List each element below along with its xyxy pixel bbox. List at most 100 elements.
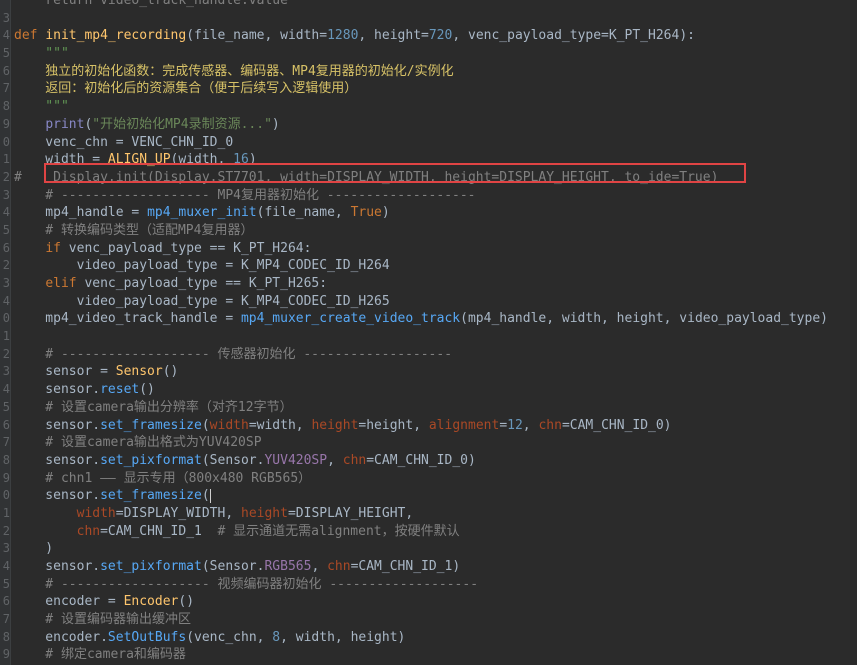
code-line[interactable]: 7 # 设置编码器输出缓冲区 (0, 611, 857, 629)
line-number: 5 (2, 222, 10, 237)
line-number: 6 (2, 594, 10, 609)
code-line[interactable]: 0 venc_chn = VENC_CHN_ID_0 (0, 134, 857, 152)
code-token: return video_track_handle.value (14, 0, 288, 8)
code-line[interactable]: 8 """ (0, 98, 857, 116)
code-token: =width, (248, 417, 312, 433)
code-token: sensor. (14, 559, 101, 574)
code-token: # ------------------- 视频编码器初始化 ---------… (14, 576, 479, 592)
code-line[interactable]: 1 (0, 328, 857, 346)
code-token: , venc_payload_type=K_PT_H264): (452, 28, 695, 44)
code-token: 720 (428, 28, 453, 44)
code-line[interactable]: 5 # 设置camera输出分辨率（对齐12字节） (0, 399, 857, 417)
code-line[interactable]: 3 # ------------------- MP4复用器初始化 ------… (0, 187, 857, 205)
code-line[interactable]: return video_track_handle.value (0, 0, 857, 10)
code-text: # chn1 —— 显示专用（800x480 RGB565） (14, 470, 311, 488)
line-number: 3 (2, 187, 10, 202)
code-text: chn=CAM_CHN_ID_1 # 显示通道无需alignment，按硬件默认 (14, 523, 460, 541)
code-line[interactable]: 4 sensor.set_pixformat(Sensor.RGB565, ch… (0, 558, 857, 576)
line-number: 6 (2, 63, 10, 78)
line-number: 2 (2, 346, 10, 361)
code-token: # chn1 —— 显示专用（800x480 RGB565） (14, 470, 312, 486)
line-number: 8 (2, 629, 10, 644)
code-token: venc_payload_type == K_PT_H264: (68, 240, 312, 256)
code-token: mp4_video_track_handle = (14, 311, 241, 327)
code-token: # ------------------- 传感器初始化 -----------… (14, 346, 453, 362)
code-line[interactable]: 4 mp4_handle = mp4_muxer_init(file_name,… (0, 204, 857, 222)
code-line[interactable]: 2 chn=CAM_CHN_ID_1 # 显示通道无需alignment，按硬件… (0, 523, 857, 541)
code-line[interactable]: 4 sensor.reset() (0, 381, 857, 399)
code-token: def (14, 28, 46, 44)
code-token: Sensor (115, 364, 163, 380)
line-number: 5 (2, 46, 10, 61)
code-text: encoder = Encoder() (14, 593, 194, 611)
code-line[interactable]: 4 def init_mp4_recording(file_name, width… (0, 27, 857, 45)
code-token: if (45, 240, 69, 256)
code-token: YUV420SP (264, 452, 328, 468)
code-line[interactable]: 6 encoder = Encoder() (0, 593, 857, 611)
line-number: 8 (2, 452, 10, 467)
code-token: ) (381, 205, 390, 221)
code-text: # ------------------- 传感器初始化 -----------… (14, 346, 452, 364)
code-line[interactable]: 8 encoder.SetOutBufs(venc_chn, 8, width,… (0, 629, 857, 647)
code-token: (Sensor. (201, 559, 265, 574)
code-text: """ (14, 45, 69, 63)
code-text: elif venc_payload_type == K_PT_H265: (14, 275, 327, 293)
line-number: 8 (2, 99, 10, 114)
code-text: # 转换编码类型（适配MP4复用器） (14, 222, 253, 240)
code-line[interactable]: 6 sensor.set_framesize(width=width, heig… (0, 417, 857, 435)
code-line[interactable]: 1 width=DISPLAY_WIDTH, height=DISPLAY_HE… (0, 505, 857, 523)
code-line[interactable]: 2 video_payload_type = K_MP4_CODEC_ID_H2… (0, 257, 857, 275)
code-token: ) (14, 541, 54, 557)
code-text: sensor.set_pixformat(Sensor.RGB565, chn=… (14, 558, 460, 576)
code-line[interactable]: 1 width = ALIGN_UP(width, 16) (0, 151, 857, 169)
code-editor[interactable]: return video_track_handle.value 3 4 def ini… (0, 0, 857, 665)
code-line[interactable]: 5 # ------------------- 视频编码器初始化 -------… (0, 576, 857, 594)
code-token: () (139, 382, 155, 398)
code-line[interactable]: 9 # chn1 —— 显示专用（800x480 RGB565） (0, 470, 857, 488)
line-number: 7 (2, 612, 10, 627)
code-token: =height, (358, 417, 429, 433)
code-line[interactable]: 6 if venc_payload_type == K_PT_H264: (0, 240, 857, 258)
code-token: height (311, 417, 359, 433)
code-token: 返回：初始化后的资源集合（便于后续写入逻辑使用） (14, 81, 358, 97)
code-text: mp4_handle = mp4_muxer_init(file_name, T… (14, 204, 390, 222)
line-number: 1 (2, 152, 10, 167)
code-line[interactable]: 3 elif venc_payload_type == K_PT_H265: (0, 275, 857, 293)
text-cursor (209, 488, 211, 503)
code-line[interactable]: 2 # ------------------- 传感器初始化 ---------… (0, 346, 857, 364)
code-line[interactable]: 4 video_payload_type = K_MP4_CODEC_ID_H2… (0, 293, 857, 311)
line-number: 2 (2, 169, 10, 184)
code-text: mp4_video_track_handle = mp4_muxer_creat… (14, 310, 828, 328)
code-line[interactable]: 7 返回：初始化后的资源集合（便于后续写入逻辑使用） (0, 80, 857, 98)
code-line[interactable]: 5 # 转换编码类型（适配MP4复用器） (0, 222, 857, 240)
code-token: , (311, 559, 328, 574)
code-line[interactable]: 7 # 设置camera输出格式为YUV420SP (0, 434, 857, 452)
line-number: 1 (2, 329, 10, 344)
code-line[interactable]: 6 独立的初始化函数：完成传感器、编码器、MP4复用器的初始化/实例化 (0, 63, 857, 81)
code-token: (mp4_handle, width, height, video_payloa… (460, 311, 828, 327)
code-line[interactable]: 2 # Display.init(Display.ST7701, width=DI… (0, 169, 857, 187)
code-text: sensor = Sensor() (14, 363, 178, 381)
code-token: set_pixformat (100, 559, 202, 574)
code-line[interactable]: 9 print("开始初始化MP4录制资源...") (0, 116, 857, 134)
code-token: ( (201, 417, 210, 433)
code-text: encoder.SetOutBufs(venc_chn, 8, width, h… (14, 629, 405, 647)
code-text: sensor.reset() (14, 381, 155, 399)
code-line[interactable]: 3 sensor = Sensor() (0, 363, 857, 381)
code-line[interactable]: 3 (0, 10, 857, 28)
code-line[interactable]: 5 """ (0, 45, 857, 63)
code-line[interactable]: 3 ) (0, 540, 857, 558)
code-text: sensor.set_framesize( (14, 487, 211, 505)
code-line[interactable]: 9 # 绑定camera和编码器 (0, 646, 857, 664)
code-text: # 设置camera输出分辨率（对齐12字节） (14, 399, 292, 417)
code-token: sensor. (14, 417, 101, 433)
code-text: width=DISPLAY_WIDTH, height=DISPLAY_HEIG… (14, 505, 414, 523)
code-line[interactable]: 0 mp4_video_track_handle = mp4_muxer_cre… (0, 310, 857, 328)
code-token: RGB565 (264, 559, 312, 574)
code-text: video_payload_type = K_MP4_CODEC_ID_H265 (14, 293, 390, 311)
code-line[interactable]: 8 sensor.set_pixformat(Sensor.YUV420SP, … (0, 452, 857, 470)
code-line[interactable]: 0 sensor.set_framesize( (0, 487, 857, 505)
code-token: 独立的初始化函数：完成传感器、编码器、MP4复用器的初始化/实例化 (14, 63, 454, 79)
line-number: 2 (2, 258, 10, 273)
code-token: =DISPLAY_WIDTH, (115, 505, 241, 521)
